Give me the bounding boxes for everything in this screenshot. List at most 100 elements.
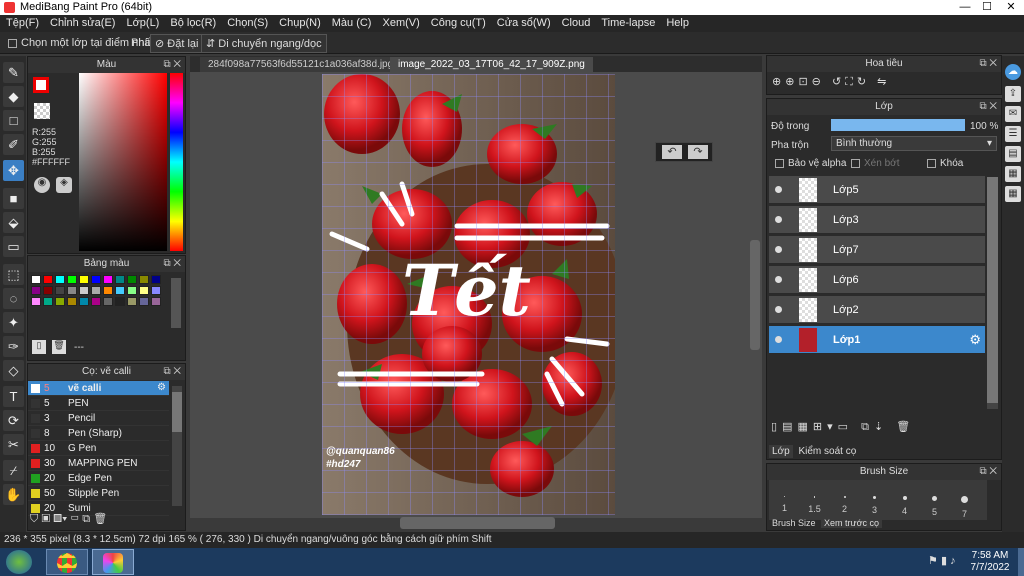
foreground-color-swatch[interactable] <box>33 77 49 93</box>
panel-controls-icon[interactable]: ⧉ ✕ <box>163 256 181 272</box>
background-color-swatch[interactable] <box>34 103 50 119</box>
horizontal-scrollbar[interactable] <box>400 517 555 529</box>
add-layer-menu-icon[interactable]: ⊞▾ <box>813 421 838 433</box>
new-palette-icon[interactable]: ▯ <box>32 340 46 354</box>
marquee-tool-icon[interactable]: ⬚ <box>3 264 24 285</box>
opacity-slider[interactable] <box>831 119 965 131</box>
menu-tools[interactable]: Công cụ(T) <box>425 15 491 29</box>
palette-swatch[interactable] <box>151 297 161 306</box>
rect-select-tool-icon[interactable]: □ <box>3 110 24 131</box>
magic-wand-tool-icon[interactable]: ✦ <box>3 312 24 333</box>
new-8bit-layer-icon[interactable]: ▦ <box>797 421 812 433</box>
palette-swatch[interactable] <box>115 297 125 306</box>
layer-row[interactable]: Lớp6 <box>769 266 985 294</box>
palette-swatch[interactable] <box>151 286 161 295</box>
palette-swatch[interactable] <box>55 275 65 284</box>
show-desktop-button[interactable] <box>1018 548 1024 576</box>
lock-option[interactable]: Khóa <box>927 158 963 169</box>
tab-brush-size[interactable]: Brush Size <box>769 518 819 528</box>
layer-row[interactable]: Lớp7 <box>769 236 985 264</box>
brush-size-cell[interactable]: 4 <box>890 482 919 518</box>
eyedropper-tool-icon[interactable]: ⌿ <box>3 460 24 481</box>
brush-size-grid[interactable]: 1 1.5 2 3 4 5 7 <box>769 480 987 520</box>
layer-scrollbar[interactable] <box>987 177 998 409</box>
eye-icon[interactable] <box>775 216 782 223</box>
fullscreen-icon[interactable]: ⛶ <box>845 76 857 88</box>
pen-tool-icon[interactable]: ✐ <box>3 134 24 155</box>
palette-swatch[interactable] <box>31 286 41 295</box>
menu-file[interactable]: Tệp(F) <box>0 15 44 29</box>
tab-png[interactable]: image_2022_03_17T06_42_17_909Z.png <box>390 57 593 72</box>
gradient-tool-icon[interactable]: ▭ <box>3 236 24 257</box>
fit-icon[interactable]: ⊡ <box>798 76 811 88</box>
hand-tool-icon[interactable]: ✋ <box>3 484 24 505</box>
new-layer-icon[interactable]: ▯ <box>771 421 782 433</box>
text-tool-icon[interactable]: T <box>3 386 24 407</box>
palette-swatch[interactable] <box>43 297 53 306</box>
eye-icon[interactable] <box>775 186 782 193</box>
layer-row[interactable]: Lớp3 <box>769 206 985 234</box>
checkbox-icon[interactable] <box>927 158 936 168</box>
palette-swatch[interactable] <box>139 286 149 295</box>
palette-swatch[interactable] <box>151 275 161 284</box>
palette-scrollbar[interactable] <box>171 278 181 328</box>
protect-alpha-option[interactable]: Bảo vệ alpha <box>775 158 846 169</box>
palette-swatch[interactable] <box>79 297 89 306</box>
panel-controls-icon[interactable]: ⧉ ✕ <box>163 57 181 73</box>
menu-color[interactable]: Màu (C) <box>326 15 377 29</box>
color-wheel-icon[interactable]: ◉ <box>34 177 50 193</box>
palette-icon[interactable]: ◈ <box>56 177 72 193</box>
medibang-taskbar-button[interactable] <box>92 549 134 575</box>
canvas-image[interactable]: Tết @quanquan86 #hd247 <box>322 74 615 515</box>
brush-size-cell[interactable]: 1.5 <box>800 482 829 518</box>
volume-icon[interactable]: ♪ <box>950 555 956 567</box>
tab-jpg[interactable]: 284f098a77563f6d55121c1a036af38d.jpg <box>200 57 402 72</box>
palette-swatch[interactable] <box>127 297 137 306</box>
menu-view[interactable]: Xem(V) <box>376 15 424 29</box>
brush-item[interactable]: 50 Stipple Pen <box>28 486 169 501</box>
cloud-icon[interactable]: ☁ <box>1005 64 1021 80</box>
palette-swatch[interactable] <box>67 286 77 295</box>
network-icon[interactable]: ▮ <box>941 555 947 567</box>
clock[interactable]: 7:58 AM 7/7/2022 <box>966 550 1014 574</box>
tab-layer[interactable]: Lớp <box>769 445 793 458</box>
minimize-button[interactable]: — <box>954 0 976 15</box>
zoom-out-icon[interactable]: ⊖ <box>812 76 825 88</box>
panel-controls-icon[interactable]: ⧉ ✕ <box>979 56 997 72</box>
menu-filter[interactable]: Bộ lọc(R) <box>164 15 221 29</box>
layer-row[interactable]: Lớp5 <box>769 176 985 204</box>
eye-icon[interactable] <box>775 306 782 313</box>
reset-button[interactable]: ⊘ Đặt lại <box>150 34 204 53</box>
chrome-taskbar-button[interactable] <box>46 549 88 575</box>
blend-select[interactable]: Bình thường ▾ <box>831 136 997 151</box>
menu-snap[interactable]: Chụp(N) <box>273 15 326 29</box>
eye-icon[interactable] <box>775 336 782 343</box>
brush-size-cell[interactable]: 7 <box>950 482 979 519</box>
gear-icon[interactable]: ⚙ <box>969 332 981 348</box>
palette-swatch[interactable] <box>127 286 137 295</box>
brush-scrollbar[interactable] <box>172 386 182 506</box>
checkbox-icon[interactable] <box>775 158 784 168</box>
grid-icon[interactable]: ▦ <box>1005 186 1021 202</box>
redo-icon[interactable]: ↷ <box>688 145 708 159</box>
lasso-tool-icon[interactable]: ◌ <box>3 288 24 309</box>
zoom-in-alt-icon[interactable]: ⊕ <box>785 76 798 88</box>
palette-swatch[interactable] <box>31 275 41 284</box>
brush-size-cell[interactable]: 1 <box>770 482 799 518</box>
eye-icon[interactable] <box>775 246 782 253</box>
upload-icon[interactable]: ⇪ <box>1005 86 1021 102</box>
clipping-option[interactable]: Xén bớt <box>851 158 899 169</box>
delete-layer-icon[interactable]: 🗑 <box>896 421 915 433</box>
brush-item[interactable]: 3 Pencil <box>28 411 169 426</box>
menu-cloud[interactable]: Cloud <box>556 15 596 29</box>
brush-item[interactable]: 5 vẽ calli ⚙ <box>28 381 169 396</box>
move-direction-button[interactable]: ⇵ Di chuyển ngang/dọc <box>201 34 327 53</box>
brush-size-cell[interactable]: 3 <box>860 482 889 518</box>
brush-menu-icon[interactable]: ▤▾ <box>53 513 67 525</box>
maximize-button[interactable]: ☐ <box>976 0 998 15</box>
rotate-left-icon[interactable]: ↺ <box>832 76 845 88</box>
menu-select[interactable]: Chọn(S) <box>221 15 273 29</box>
brush-item[interactable]: 10 G Pen <box>28 441 169 456</box>
palette-swatch[interactable] <box>139 275 149 284</box>
document-icon[interactable]: ▤ <box>1005 146 1021 162</box>
